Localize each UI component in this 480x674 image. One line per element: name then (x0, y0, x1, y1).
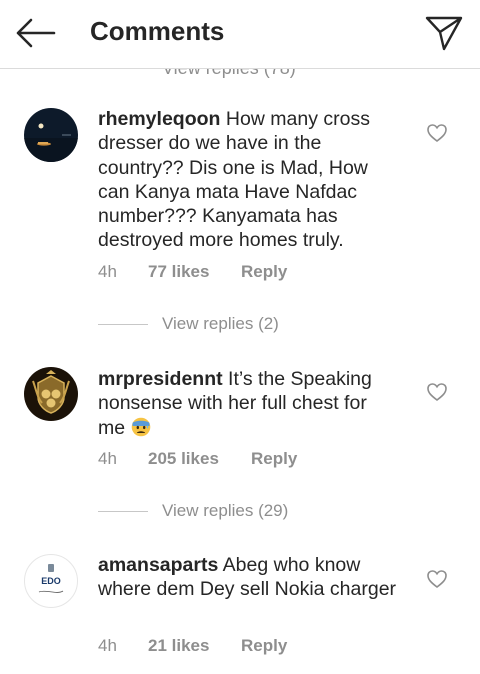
heart-icon (427, 383, 447, 402)
comment-meta: 4h 77 likes Reply (98, 262, 287, 282)
avatar-crest-logo (24, 367, 78, 421)
avatar-edo-logo: EDO (38, 564, 64, 593)
page-title: Comments (90, 16, 225, 46)
heart-icon (427, 570, 447, 589)
avatar-logo-text: EDO (41, 576, 61, 586)
arrow-left-icon (16, 18, 56, 48)
view-replies-label: View replies (2) (162, 314, 279, 333)
back-button[interactable] (14, 16, 56, 50)
comment-username[interactable]: rhemyleqoon (98, 108, 220, 130)
avatar[interactable] (24, 367, 78, 421)
reply-button[interactable]: Reply (241, 262, 287, 282)
like-button[interactable] (426, 123, 448, 143)
send-button[interactable] (424, 14, 464, 52)
comment-time: 4h (98, 636, 117, 655)
replies-divider-line (98, 324, 148, 325)
anxious-face-emoji-icon (131, 417, 151, 437)
comment-time: 4h (98, 262, 117, 281)
avatar-night-sea-image (24, 108, 78, 162)
likes-count[interactable]: 205 likes (148, 449, 219, 469)
comment-username[interactable]: amansaparts (98, 554, 218, 576)
comment-username[interactable]: mrpresidennt (98, 368, 223, 390)
comment-text: amansaparts Abeg who know where dem Dey … (98, 553, 398, 602)
avatar[interactable] (24, 108, 78, 162)
like-button[interactable] (426, 382, 448, 402)
likes-count[interactable]: 77 likes (148, 262, 209, 282)
header-bar: Comments (0, 0, 480, 69)
reply-button[interactable]: Reply (241, 636, 287, 656)
heart-icon (427, 124, 447, 143)
comment-text: rhemyleqoon How many cross dresser do we… (98, 107, 398, 253)
paper-plane-icon (425, 16, 463, 51)
avatar[interactable]: EDO (24, 554, 78, 608)
replies-divider-line (98, 511, 148, 512)
comment-meta: 4h 205 likes Reply (98, 449, 297, 469)
likes-count[interactable]: 21 likes (148, 636, 209, 656)
reply-button[interactable]: Reply (251, 449, 297, 469)
comment-meta: 4h 21 likes Reply (98, 636, 287, 656)
like-button[interactable] (426, 569, 448, 589)
view-replies-label: View replies (29) (162, 501, 289, 520)
comment-time: 4h (98, 449, 117, 468)
comment-text: mrpresidennt It’s the Speaking nonsense … (98, 367, 398, 440)
